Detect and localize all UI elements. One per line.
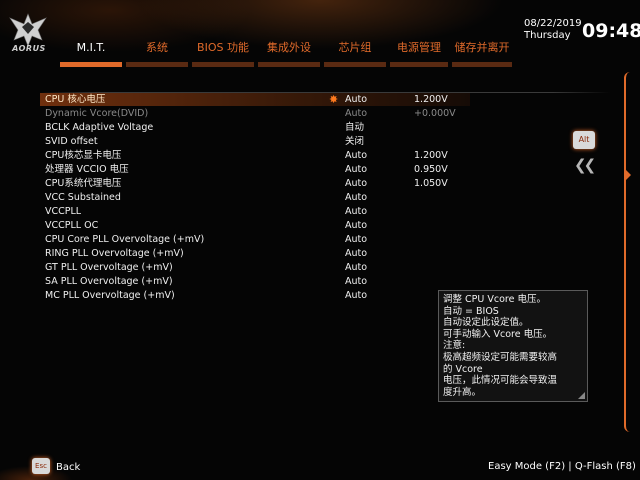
side-panel-arrow-icon[interactable] — [626, 170, 631, 180]
setting-row-vccio[interactable]: 处理器 VCCIO 电压 Auto 0.950V — [40, 163, 470, 176]
setting-value[interactable]: Auto — [345, 149, 367, 162]
setting-label: VCCPLL OC — [45, 220, 99, 231]
setting-value[interactable]: Auto — [345, 177, 367, 190]
tab-mit[interactable]: M.I.T. — [60, 40, 122, 67]
setting-row-cpu-vcore[interactable]: CPU 核心电压 ✸ Auto 1.200V — [40, 93, 470, 106]
setting-row-svid-offset[interactable]: SVID offset 关闭 — [40, 135, 470, 148]
setting-row-vccpll-oc[interactable]: VCCPLL OC Auto — [40, 219, 470, 232]
day-text: Thursday — [524, 30, 571, 41]
setting-value[interactable]: Auto — [345, 275, 367, 288]
setting-label: VCC Substained — [45, 192, 121, 203]
setting-current: +0.000V — [414, 108, 456, 119]
clock-text: 09:48 — [582, 20, 640, 42]
setting-label: 处理器 VCCIO 电压 — [45, 164, 129, 175]
setting-label: BCLK Adaptive Voltage — [45, 122, 154, 133]
setting-row-system-agent[interactable]: CPU系统代理电压 Auto 1.050V — [40, 177, 470, 190]
setting-current: 1.050V — [414, 178, 448, 189]
side-panel-frame — [624, 72, 636, 432]
setting-value[interactable]: 自动 — [345, 121, 364, 134]
tab-save-exit[interactable]: 储存并离开 — [452, 40, 512, 67]
setting-value[interactable]: Auto — [345, 163, 367, 176]
brand-logo-text: AORUS — [12, 44, 46, 53]
tab-bios-features[interactable]: BIOS 功能 — [192, 40, 254, 67]
setting-label: CPU Core PLL Overvoltage (+mV) — [45, 234, 205, 245]
setting-value[interactable]: Auto — [345, 191, 367, 204]
setting-label: Dynamic Vcore(DVID) — [45, 108, 149, 119]
setting-label: VCCPLL — [45, 206, 82, 217]
setting-row-mc-pll-ov[interactable]: MC PLL Overvoltage (+mV) Auto — [40, 289, 470, 302]
footer-shortcuts[interactable]: Easy Mode (F2) | Q-Flash (F8) — [488, 461, 636, 472]
setting-row-ring-pll-ov[interactable]: RING PLL Overvoltage (+mV) Auto — [40, 247, 470, 260]
setting-label: CPU系统代理电压 — [45, 178, 122, 189]
alt-key-button[interactable]: Alt — [573, 131, 595, 149]
setting-value[interactable]: Auto — [345, 289, 367, 302]
setting-row-core-pll-ov[interactable]: CPU Core PLL Overvoltage (+mV) Auto — [40, 233, 470, 246]
tab-peripherals[interactable]: 集成外设 — [258, 40, 320, 67]
setting-row-vccpll[interactable]: VCCPLL Auto — [40, 205, 470, 218]
setting-current: 1.200V — [414, 150, 448, 161]
setting-row-vcc-substained[interactable]: VCC Substained Auto — [40, 191, 470, 204]
tab-chipset[interactable]: 芯片组 — [324, 40, 386, 67]
setting-label: MC PLL Overvoltage (+mV) — [45, 290, 175, 301]
setting-label: SVID offset — [45, 136, 98, 147]
setting-row-bclk-adaptive[interactable]: BCLK Adaptive Voltage 自动 — [40, 121, 470, 134]
setting-label: GT PLL Overvoltage (+mV) — [45, 262, 173, 273]
setting-value[interactable]: Auto — [345, 247, 367, 260]
setting-current: 0.950V — [414, 164, 448, 175]
setting-value[interactable]: Auto — [345, 107, 367, 120]
esc-key-button[interactable]: Esc — [32, 458, 50, 474]
help-panel: 调整 CPU Vcore 电压。 自动 = BIOS 自动设定此设定值。 可手动… — [438, 290, 588, 402]
setting-value[interactable]: Auto — [345, 205, 367, 218]
back-label[interactable]: Back — [56, 462, 80, 473]
setting-row-igpu-voltage[interactable]: CPU核芯显卡电压 Auto 1.200V — [40, 149, 470, 162]
setting-value[interactable]: 关闭 — [345, 135, 364, 148]
setting-label: RING PLL Overvoltage (+mV) — [45, 248, 184, 259]
setting-value[interactable]: Auto — [345, 219, 367, 232]
setting-label: CPU核芯显卡电压 — [45, 150, 122, 161]
resize-corner-icon — [578, 392, 585, 399]
setting-row-sa-pll-ov[interactable]: SA PLL Overvoltage (+mV) Auto — [40, 275, 470, 288]
setting-value[interactable]: Auto — [345, 233, 367, 246]
setting-label: SA PLL Overvoltage (+mV) — [45, 276, 173, 287]
setting-row-dvid[interactable]: Dynamic Vcore(DVID) Auto +0.000V — [40, 107, 470, 120]
setting-value[interactable]: Auto — [345, 261, 367, 274]
tab-system[interactable]: 系统 — [126, 40, 188, 67]
setting-current: 1.200V — [414, 94, 448, 105]
setting-row-gt-pll-ov[interactable]: GT PLL Overvoltage (+mV) Auto — [40, 261, 470, 274]
tab-power[interactable]: 电源管理 — [390, 40, 448, 67]
double-chevron-left-icon[interactable]: ❮❮ — [574, 156, 596, 174]
setting-label: CPU 核心电压 — [45, 94, 106, 105]
star-icon: ✸ — [329, 93, 339, 106]
date-text: 08/22/2019 — [524, 18, 582, 29]
help-text: 调整 CPU Vcore 电压。 自动 = BIOS 自动设定此设定值。 可手动… — [443, 294, 558, 398]
setting-value[interactable]: Auto — [345, 93, 367, 106]
